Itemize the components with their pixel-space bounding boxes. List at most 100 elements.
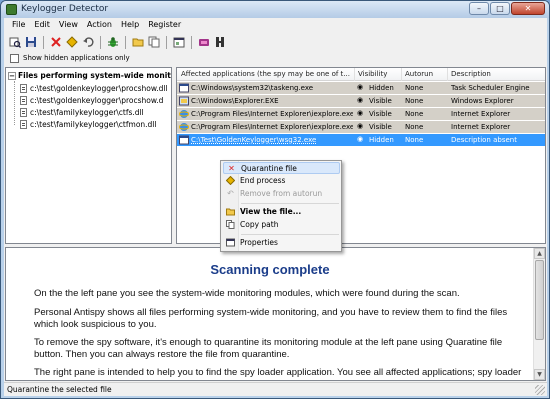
info-scrollbar[interactable]: ▲ ▼ [533,248,545,380]
resize-grip-icon[interactable] [535,385,545,395]
app-window: Keylogger Detector – □ ✕ File Edit View … [0,0,550,399]
row-visibility: Visible [369,97,392,105]
tree-root[interactable]: − Files performing system-wide monitorin… [8,70,171,81]
row-visibility: Visible [369,123,392,131]
toolbar-separator [43,35,44,49]
menu-action[interactable]: Action [83,18,117,32]
end-process-icon[interactable] [65,35,79,49]
info-pane[interactable]: Scanning complete On the the left pane y… [5,247,546,381]
view-file-icon[interactable] [131,35,145,49]
maximize-button[interactable]: □ [490,2,510,15]
collapse-icon[interactable]: − [8,71,16,80]
ctx-properties[interactable]: Properties [223,237,340,249]
tree-connector-line [14,81,15,125]
ctx-label: View the file... [240,207,302,216]
toolbar [4,33,547,51]
toolbar-separator [125,35,126,49]
end-process-icon [225,175,236,186]
row-visibility: Hidden [369,136,394,144]
ctx-label: Properties [240,238,278,247]
dll-file-icon [20,84,27,93]
row-autorun: None [405,136,424,144]
menu-view[interactable]: View [55,18,83,32]
row-path: C:\Test\GoldenKeylogger\wsg32.exe [191,136,317,144]
app-icon [179,83,189,93]
scroll-up-arrow-icon[interactable]: ▲ [534,248,545,259]
help-icon[interactable] [213,35,227,49]
row-path: C:\Windows\system32\taskeng.exe [191,84,314,92]
undo-icon[interactable] [81,35,95,49]
column-divider[interactable] [354,68,355,81]
tree-item[interactable]: c:\test\familykeylogger\ctfmon.dll [20,119,156,130]
menu-file[interactable]: File [8,18,30,32]
scan-icon[interactable] [8,35,22,49]
tree-item-label: c:\test\familykeylogger\ctfmon.dll [30,120,157,129]
title-bar[interactable]: Keylogger Detector – □ ✕ [1,1,549,18]
ctx-remove-from-autorun[interactable]: ↶ Remove from autorun [223,188,340,200]
quarantine-icon[interactable] [49,35,63,49]
ctx-label: Copy path [240,220,279,229]
column-divider[interactable] [447,68,448,81]
ctx-quarantine-file[interactable]: ✕ Quarantine file [223,162,340,174]
dll-file-icon [20,108,27,117]
tools-icon[interactable] [197,35,211,49]
eye-icon: ◉ [357,135,364,143]
tree-root-label: Files performing system-wide monitoring [18,71,171,80]
row-description: Internet Explorer [451,110,511,118]
menu-register[interactable]: Register [144,18,186,32]
tree-item[interactable]: c:\test\goldenkeylogger\procshow.dll [20,83,168,94]
close-button[interactable]: ✕ [511,2,545,15]
properties-icon[interactable] [172,35,186,49]
table-row[interactable]: C:\Program Files\Internet Explorer\iexpl… [177,121,545,133]
eye-icon: ◉ [357,96,364,104]
show-hidden-checkbox[interactable] [10,53,19,63]
row-description: Internet Explorer [451,123,511,131]
status-bar: Quarantine the selected file [4,382,547,396]
eye-icon: ◉ [357,109,364,117]
tree-item-label: c:\test\goldenkeylogger\procshow.d [30,96,164,105]
column-header-affected-applications[interactable]: Affected applications (the spy may be on… [181,70,353,78]
save-icon[interactable] [24,35,38,49]
table-row-selected[interactable]: C:\Test\GoldenKeylogger\wsg32.exe ◉ Hidd… [177,134,545,146]
menu-edit[interactable]: Edit [30,18,55,32]
column-header-visibility[interactable]: Visibility [358,70,400,78]
show-hidden-row: Show hidden applications only [10,52,130,64]
toolbar-separator [166,35,167,49]
ctx-end-process[interactable]: End process [223,175,340,187]
undo-icon: ↶ [227,189,234,198]
copy-icon[interactable] [147,35,161,49]
ie-icon [178,109,190,119]
toolbar-separator [191,35,192,49]
column-header-autorun[interactable]: Autorun [405,70,447,78]
monitoring-files-tree[interactable]: − Files performing system-wide monitorin… [5,67,172,244]
dll-file-icon [20,96,27,105]
table-row[interactable]: C:\Windows\Explorer.EXE ◉ Visible None W… [177,95,545,107]
ctx-view-file[interactable]: View the file... [223,206,340,218]
status-text: Quarantine the selected file [7,385,112,394]
column-divider[interactable] [401,68,402,81]
table-row[interactable]: C:\Program Files\Internet Explorer\iexpl… [177,108,545,120]
tree-item-label: c:\test\goldenkeylogger\procshow.dll [30,84,168,93]
tree-item[interactable]: c:\test\goldenkeylogger\procshow.d [20,95,163,106]
ctx-copy-path[interactable]: Copy path [223,219,340,231]
row-path: C:\Program Files\Internet Explorer\iexpl… [191,123,353,131]
scroll-thumb[interactable] [535,260,544,340]
row-description: Task Scheduler Engine [451,84,530,92]
column-header-description[interactable]: Description [451,70,541,78]
minimize-button[interactable]: – [469,2,489,15]
quarantine-x-icon: ✕ [228,164,235,173]
eye-icon: ◉ [357,122,364,130]
info-paragraph: To remove the spy software, it's enough … [34,337,503,360]
row-autorun: None [405,123,424,131]
bug-icon[interactable] [106,35,120,49]
tree-item[interactable]: c:\test\familykeylogger\ctfs.dll [20,107,144,118]
table-row[interactable]: C:\Windows\system32\taskeng.exe ◉ Hidden… [177,82,545,94]
show-hidden-label[interactable]: Show hidden applications only [23,54,130,62]
context-menu-separator [241,234,339,235]
menu-help[interactable]: Help [117,18,144,32]
caption-buttons: – □ ✕ [469,2,545,15]
ctx-label: Remove from autorun [240,189,323,198]
scroll-down-arrow-icon[interactable]: ▼ [534,369,545,380]
properties-icon [226,238,235,247]
toolbar-separator [100,35,101,49]
